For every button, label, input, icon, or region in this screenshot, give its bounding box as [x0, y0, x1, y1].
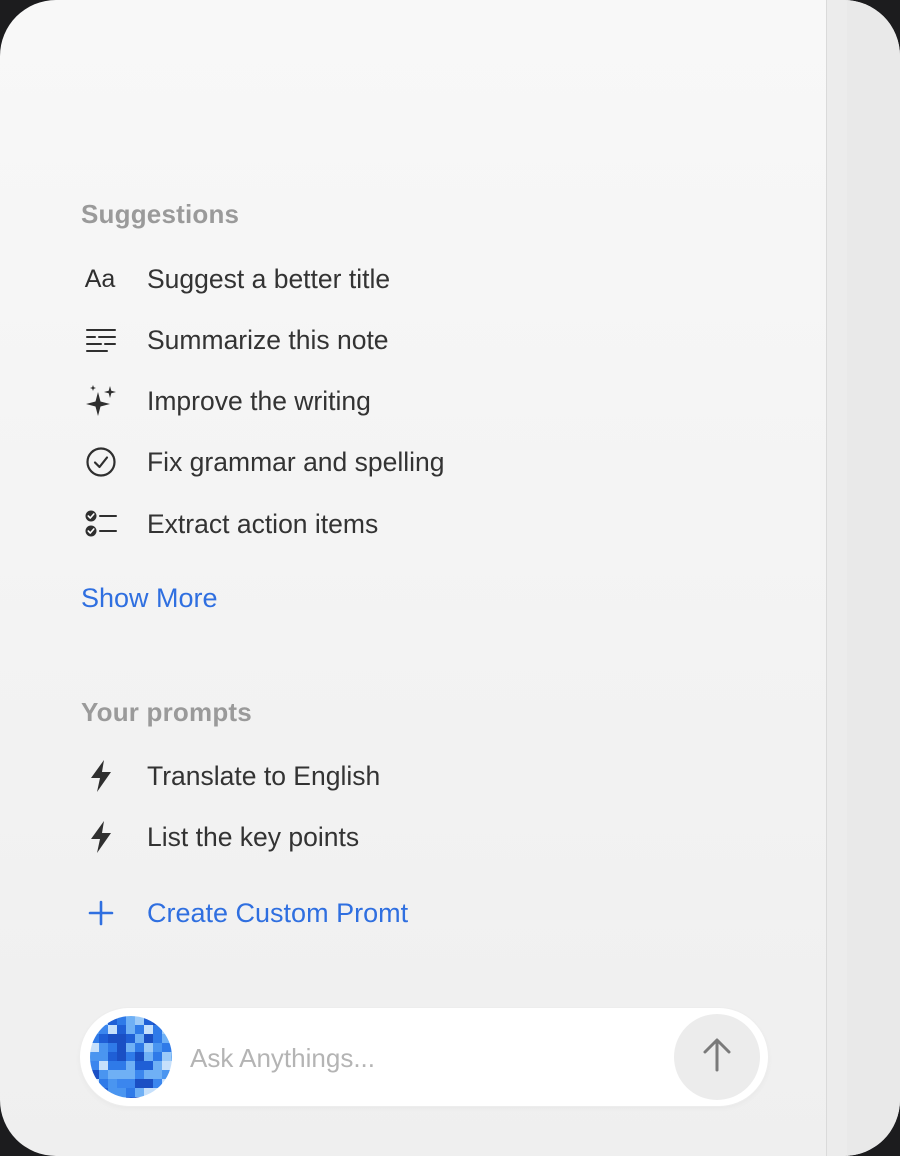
your-prompts-heading: Your prompts — [81, 697, 252, 727]
summary-lines-icon — [81, 320, 121, 360]
checklist-icon — [81, 504, 121, 544]
prompt-label: List the key points — [147, 821, 360, 852]
arrow-up-icon — [702, 1037, 732, 1078]
suggestion-improve-writing[interactable]: Improve the writing — [81, 379, 371, 423]
ask-input[interactable] — [188, 1032, 662, 1084]
check-circle-icon — [81, 442, 121, 482]
suggestion-label: Fix grammar and spelling — [147, 446, 445, 477]
send-button[interactable] — [674, 1014, 760, 1100]
text-format-icon-glyph: Aa — [84, 264, 116, 293]
create-custom-prompt-label: Create Custom Promt — [147, 897, 409, 928]
lightning-icon — [81, 817, 121, 857]
ai-assistant-panel: Suggestions Aa Suggest a better title Su… — [0, 0, 900, 1156]
suggestion-label: Suggest a better title — [147, 263, 391, 294]
ask-composer — [80, 1008, 768, 1106]
prompt-list-key-points[interactable]: List the key points — [81, 815, 359, 859]
adjacent-pane — [847, 0, 900, 1156]
suggestion-extract-actions[interactable]: Extract action items — [81, 502, 378, 546]
panel-divider — [826, 0, 848, 1156]
prompt-label: Translate to English — [147, 760, 381, 791]
suggestions-heading: Suggestions — [81, 199, 240, 229]
avatar[interactable] — [90, 1016, 172, 1098]
text-format-icon: Aa — [81, 259, 121, 299]
suggestion-label: Improve the writing — [147, 385, 371, 416]
suggestion-fix-grammar[interactable]: Fix grammar and spelling — [81, 440, 445, 484]
lightning-icon — [81, 756, 121, 796]
suggestion-label: Extract action items — [147, 508, 379, 539]
suggestion-summarize[interactable]: Summarize this note — [81, 318, 389, 362]
show-more-link[interactable]: Show More — [81, 583, 218, 614]
suggestion-better-title[interactable]: Aa Suggest a better title — [81, 257, 390, 301]
suggestion-label: Summarize this note — [147, 324, 389, 355]
sparkles-icon — [81, 381, 121, 421]
plus-icon — [81, 893, 121, 933]
prompt-translate-english[interactable]: Translate to English — [81, 754, 380, 798]
create-custom-prompt-button[interactable]: Create Custom Promt — [81, 891, 408, 935]
